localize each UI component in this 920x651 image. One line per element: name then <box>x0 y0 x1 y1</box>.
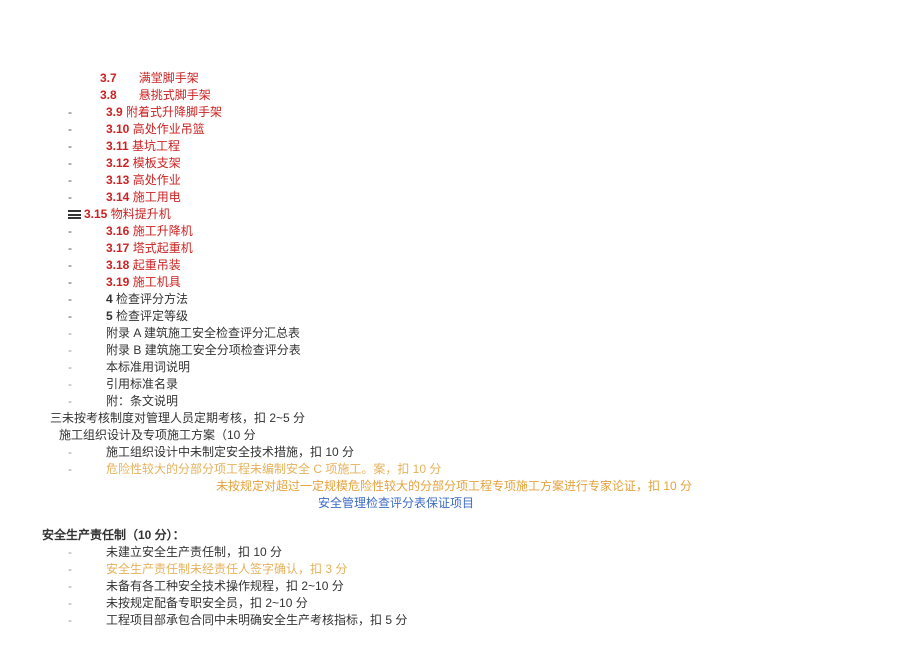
hamburger-icon <box>68 209 81 221</box>
toc-item: -3.19 施工机具 <box>42 274 900 290</box>
toc-item: -3.12 模板支架 <box>42 155 900 171</box>
toc-item: -3.11 基坑工程 <box>42 138 900 154</box>
list-item: -工程项目部承包合同中未明确安全生产考核指标，扣 5 分 <box>42 612 900 628</box>
list-item: -未建立安全生产责任制，扣 10 分 <box>42 544 900 560</box>
toc-item: -5 检查评定等级 <box>42 308 900 324</box>
toc-item: -3.16 施工升降机 <box>42 223 900 239</box>
toc-item: -3.10 高处作业吊篮 <box>42 121 900 137</box>
paragraph: 施工组织设计及专项施工方案（10 分 <box>42 427 900 443</box>
section-heading: 安全生产责任制（10 分）： <box>42 527 900 543</box>
paragraph: -危险性较大的分部分项工程未编制安全 C 项施工。案，扣 10 分 <box>42 461 900 477</box>
toc-item: -3.14 施工用电 <box>42 189 900 205</box>
paragraph: 未按规定对超过一定规模危险性较大的分部分项工程专项施工方案进行专家论证，扣 10… <box>42 478 900 494</box>
toc-item: -4 检查评分方法 <box>42 291 900 307</box>
list-item: -未按规定配备专职安全员，扣 2~10 分 <box>42 595 900 611</box>
toc-item: -3.13 高处作业 <box>42 172 900 188</box>
list-item: -未备有各工种安全技术操作规程，扣 2~10 分 <box>42 578 900 594</box>
section-heading: 安全管理检查评分表保证项目 <box>42 495 900 511</box>
toc-item: -引用标准名录 <box>42 376 900 392</box>
paragraph: 三未按考核制度对管理人员定期考核，扣 2~5 分 <box>42 410 900 426</box>
toc-item: 3.7满堂脚手架 <box>42 70 900 86</box>
toc-item: 3.15 物料提升机 <box>42 206 900 222</box>
toc-item: -3.17 塔式起重机 <box>42 240 900 256</box>
spacer <box>42 512 900 526</box>
document-page: 3.7满堂脚手架 3.8悬挑式脚手架 -3.9 附着式升降脚手架 -3.10 高… <box>0 0 920 649</box>
toc-item: -附：条文说明 <box>42 393 900 409</box>
toc-item: 3.8悬挑式脚手架 <box>42 87 900 103</box>
paragraph: -施工组织设计中未制定安全技术措施，扣 10 分 <box>42 444 900 460</box>
toc-item: -3.9 附着式升降脚手架 <box>42 104 900 120</box>
toc-item: -附录 B 建筑施工安全分项检查评分表 <box>42 342 900 358</box>
toc-item: -3.18 起重吊装 <box>42 257 900 273</box>
toc-item: -本标准用词说明 <box>42 359 900 375</box>
list-item: -安全生产责任制未经责任人签字确认，扣 3 分 <box>42 561 900 577</box>
toc-item: -附录 A 建筑施工安全检查评分汇总表 <box>42 325 900 341</box>
